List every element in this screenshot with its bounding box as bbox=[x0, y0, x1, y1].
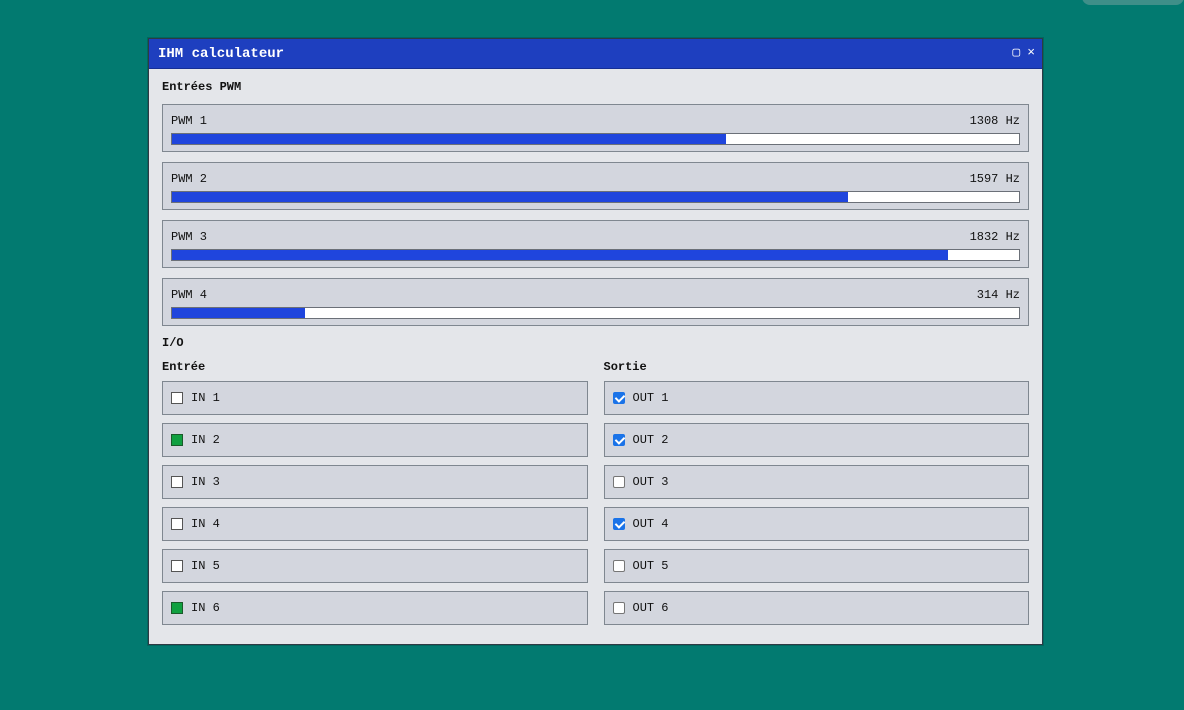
input-led-icon bbox=[171, 602, 183, 614]
pwm-label: PWM 1 bbox=[171, 114, 208, 128]
input-row: IN 5 bbox=[162, 549, 588, 583]
input-led-icon bbox=[171, 476, 183, 488]
output-label[interactable]: OUT 6 bbox=[633, 601, 669, 615]
input-label: IN 5 bbox=[191, 559, 220, 573]
output-checkbox[interactable] bbox=[612, 392, 625, 404]
io-columns: Entrée IN 1 IN 2 IN 3 IN 4 IN 5 IN 6 Sor… bbox=[162, 360, 1029, 633]
outputs-column: Sortie OUT 1 OUT 2 OUT 3 OUT 4 OUT 5 OUT… bbox=[603, 360, 1029, 633]
pwm-channel: PWM 1 1308 Hz bbox=[162, 104, 1029, 152]
pwm-progress-bar bbox=[171, 249, 1020, 261]
output-label[interactable]: OUT 1 bbox=[633, 391, 669, 405]
outputs-heading: Sortie bbox=[603, 360, 647, 374]
output-row: OUT 6 bbox=[603, 591, 1029, 625]
input-label: IN 1 bbox=[191, 391, 220, 405]
output-checkbox[interactable] bbox=[612, 518, 625, 530]
input-row: IN 3 bbox=[162, 465, 588, 499]
pwm-frequency: 1832 Hz bbox=[969, 230, 1020, 244]
input-row: IN 4 bbox=[162, 507, 588, 541]
output-row: OUT 1 bbox=[603, 381, 1029, 415]
pwm-frequency: 1308 Hz bbox=[969, 114, 1020, 128]
inputs-heading: Entrée bbox=[162, 360, 206, 374]
pwm-label: PWM 4 bbox=[171, 288, 208, 302]
output-checkbox[interactable] bbox=[612, 560, 625, 572]
input-label: IN 3 bbox=[191, 475, 220, 489]
input-label: IN 2 bbox=[191, 433, 220, 447]
desktop-corner-tab bbox=[1082, 0, 1184, 5]
output-row: OUT 3 bbox=[603, 465, 1029, 499]
input-led-icon bbox=[171, 434, 183, 446]
pwm-progress-bar bbox=[171, 133, 1020, 145]
pwm-list: PWM 1 1308 Hz PWM 2 1597 Hz PWM 3 1832 H… bbox=[162, 104, 1029, 326]
pwm-frequency: 1597 Hz bbox=[969, 172, 1020, 186]
input-led-icon bbox=[171, 560, 183, 572]
output-row: OUT 5 bbox=[603, 549, 1029, 583]
window-controls: ▢ × bbox=[1012, 45, 1035, 61]
pwm-progress-bar bbox=[171, 307, 1020, 319]
output-checkbox[interactable] bbox=[612, 476, 625, 488]
pwm-channel: PWM 2 1597 Hz bbox=[162, 162, 1029, 210]
maximize-icon[interactable]: ▢ bbox=[1012, 45, 1020, 61]
output-label[interactable]: OUT 3 bbox=[633, 475, 669, 489]
output-label[interactable]: OUT 2 bbox=[633, 433, 669, 447]
output-row: OUT 2 bbox=[603, 423, 1029, 457]
title-bar[interactable]: IHM calculateur ▢ × bbox=[149, 39, 1042, 69]
app-window: IHM calculateur ▢ × Entrées PWM PWM 1 13… bbox=[148, 38, 1043, 645]
pwm-label: PWM 3 bbox=[171, 230, 208, 244]
pwm-progress-fill bbox=[172, 308, 305, 318]
pwm-progress-fill bbox=[172, 192, 848, 202]
pwm-label: PWM 2 bbox=[171, 172, 208, 186]
input-led-icon bbox=[171, 392, 183, 404]
window-title: IHM calculateur bbox=[158, 46, 285, 62]
output-checkbox[interactable] bbox=[612, 434, 625, 446]
pwm-channel: PWM 4 314 Hz bbox=[162, 278, 1029, 326]
close-icon[interactable]: × bbox=[1027, 45, 1035, 61]
pwm-progress-fill bbox=[172, 134, 726, 144]
io-section-title: I/O bbox=[162, 336, 184, 350]
input-row: IN 2 bbox=[162, 423, 588, 457]
input-led-icon bbox=[171, 518, 183, 530]
inputs-column: Entrée IN 1 IN 2 IN 3 IN 4 IN 5 IN 6 bbox=[162, 360, 588, 633]
input-label: IN 4 bbox=[191, 517, 220, 531]
pwm-channel: PWM 3 1832 Hz bbox=[162, 220, 1029, 268]
output-label[interactable]: OUT 5 bbox=[633, 559, 669, 573]
pwm-section-title: Entrées PWM bbox=[162, 80, 242, 94]
output-label[interactable]: OUT 4 bbox=[633, 517, 669, 531]
output-checkbox[interactable] bbox=[612, 602, 625, 614]
pwm-progress-bar bbox=[171, 191, 1020, 203]
input-label: IN 6 bbox=[191, 601, 220, 615]
window-content: Entrées PWM PWM 1 1308 Hz PWM 2 1597 Hz … bbox=[162, 80, 1029, 633]
input-row: IN 6 bbox=[162, 591, 588, 625]
pwm-progress-fill bbox=[172, 250, 948, 260]
output-row: OUT 4 bbox=[603, 507, 1029, 541]
pwm-frequency: 314 Hz bbox=[976, 288, 1020, 302]
input-row: IN 1 bbox=[162, 381, 588, 415]
